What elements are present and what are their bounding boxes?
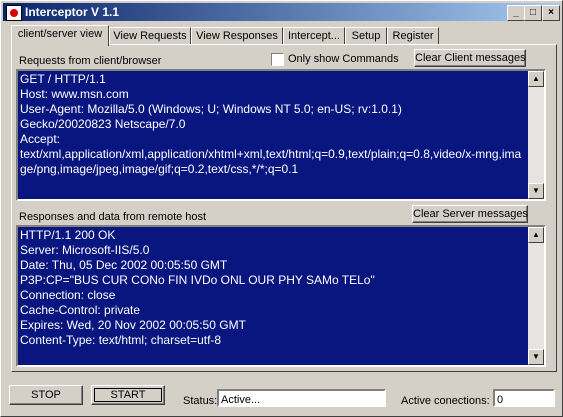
scroll-down-icon[interactable]: ▼: [528, 183, 544, 199]
interceptor-window: Interceptor V 1.1 _ □ × client/server vi…: [0, 0, 563, 417]
status-field[interactable]: Active...: [217, 389, 386, 407]
app-icon: [6, 5, 22, 21]
client-server-panel: Requests from client/browser Only show C…: [11, 44, 557, 372]
clear-client-messages-button[interactable]: Clear Client messages: [414, 49, 526, 67]
title-bar: Interceptor V 1.1 _ □ ×: [3, 3, 560, 21]
only-show-commands-label: Only show Commands: [288, 53, 399, 65]
tab-setup[interactable]: Setup: [345, 27, 387, 45]
minimize-button[interactable]: _: [507, 5, 525, 21]
scroll-up-icon[interactable]: ▲: [528, 71, 544, 87]
window-title: Interceptor V 1.1: [25, 5, 120, 19]
scroll-down-icon[interactable]: ▼: [528, 349, 544, 365]
only-show-commands-checkbox[interactable]: [271, 53, 284, 66]
responses-textbox[interactable]: HTTP/1.1 200 OK Server: Microsoft-IIS/5.…: [16, 225, 546, 367]
requests-textbox[interactable]: GET / HTTP/1.1 Host: www.msn.com User-Ag…: [16, 69, 546, 201]
status-label: Status:: [183, 395, 218, 407]
requests-label: Requests from client/browser: [19, 55, 162, 67]
requests-scrollbar[interactable]: ▲ ▼: [528, 71, 544, 199]
stop-button[interactable]: STOP: [9, 385, 83, 405]
responses-text: HTTP/1.1 200 OK Server: Microsoft-IIS/5.…: [20, 228, 375, 347]
active-connections-label: Active conections:: [401, 395, 490, 407]
tab-client-server-view[interactable]: client/server view: [11, 25, 109, 46]
close-button[interactable]: ×: [542, 5, 560, 21]
tab-view-requests[interactable]: View Requests: [109, 27, 191, 45]
tab-view-responses[interactable]: View Responses: [191, 27, 283, 45]
responses-scrollbar[interactable]: ▲ ▼: [528, 227, 544, 365]
responses-label: Responses and data from remote host: [19, 211, 207, 223]
active-connections-field[interactable]: 0: [493, 389, 555, 407]
tab-intercept[interactable]: Intercept...: [283, 27, 345, 45]
start-button[interactable]: START: [91, 385, 165, 405]
requests-text: GET / HTTP/1.1 Host: www.msn.com User-Ag…: [20, 72, 522, 176]
tab-register[interactable]: Register: [387, 27, 439, 45]
scroll-up-icon[interactable]: ▲: [528, 227, 544, 243]
clear-server-messages-button[interactable]: Clear Server messages: [412, 205, 528, 223]
maximize-button[interactable]: □: [524, 5, 542, 21]
